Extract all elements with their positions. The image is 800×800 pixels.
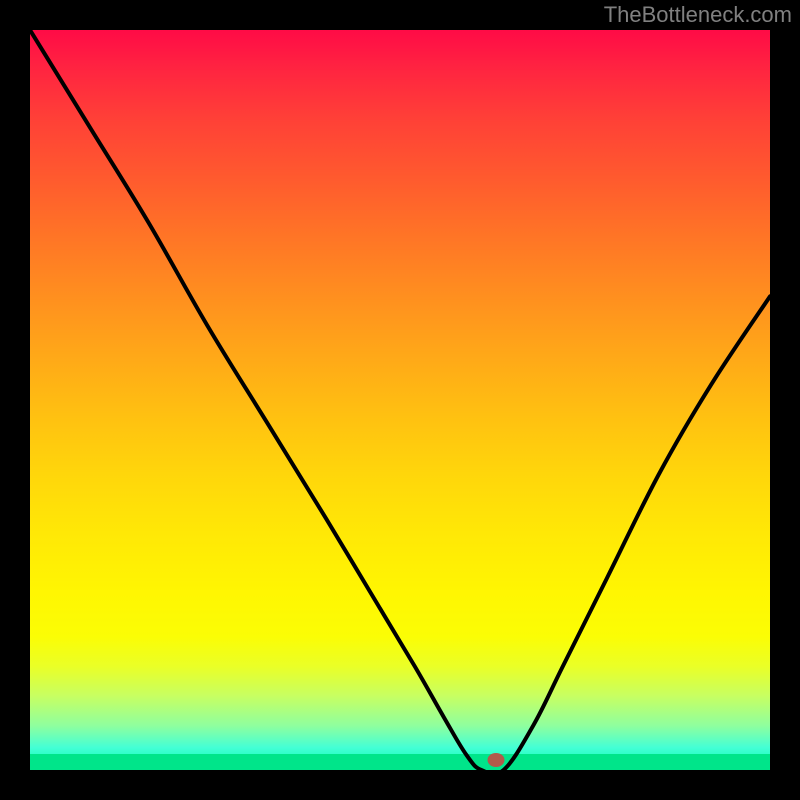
- chart-container: TheBottleneck.com: [0, 0, 800, 800]
- optimum-marker: [488, 753, 505, 767]
- bottleneck-curve-svg: [30, 30, 770, 770]
- plot-area: [30, 30, 770, 770]
- bottleneck-curve-path: [30, 30, 770, 770]
- watermark-text: TheBottleneck.com: [604, 2, 792, 28]
